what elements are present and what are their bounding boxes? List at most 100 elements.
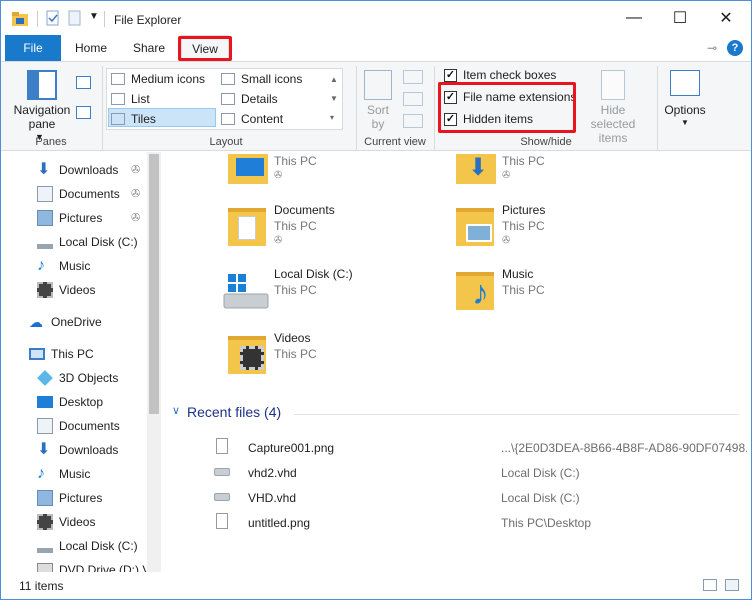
item-check-boxes-checkbox[interactable]: ✓ (444, 68, 457, 82)
sort-by-button[interactable]: Sort by (361, 103, 395, 131)
navigation-pane-button[interactable]: Navigation pane (7, 103, 77, 131)
nav-item-label: Pictures (59, 211, 103, 225)
recent-file-location: Local Disk (C:) (501, 491, 580, 505)
details-pane-icon[interactable] (76, 106, 91, 119)
local-disk-icon (37, 239, 53, 249)
pin-icon[interactable]: ✇ (131, 187, 140, 200)
medium-icons-option[interactable]: Medium icons (111, 72, 205, 86)
small-icons-option[interactable]: Small icons (221, 72, 302, 86)
view-tab-highlight (178, 36, 232, 61)
show-hide-group-label: Show/hide (520, 136, 572, 148)
local-disk-icon (37, 543, 53, 553)
navigation-pane-icon[interactable] (27, 70, 57, 100)
pictures-icon (37, 210, 53, 226)
tile-name: Pictures (502, 203, 546, 217)
properties-icon[interactable] (45, 10, 61, 26)
minimize-button[interactable]: — (611, 1, 657, 35)
item-check-boxes-option[interactable]: ✓ Item check boxes (444, 68, 556, 82)
group-by-icon[interactable] (403, 70, 423, 84)
tab-file[interactable]: File (5, 35, 61, 61)
maximize-button[interactable]: ☐ (657, 1, 703, 35)
quick-access-dropdown-icon[interactable]: ▼ (89, 11, 99, 22)
videos-folder-icon[interactable] (228, 336, 266, 374)
file-icon (216, 513, 228, 529)
new-folder-icon[interactable] (67, 10, 83, 26)
desktop-folder-icon[interactable] (228, 154, 268, 184)
options-button[interactable]: Options (659, 103, 711, 117)
nav-item-label: 3D Objects (59, 371, 119, 385)
downloads-folder-icon[interactable]: ⬇ (456, 154, 496, 184)
details-view-icon[interactable] (703, 579, 717, 591)
download-arrow-icon: ⬇ (37, 161, 51, 178)
recent-file-name[interactable]: untitled.png (248, 516, 310, 530)
pictures-icon (37, 490, 53, 506)
vhd-file-icon (214, 493, 230, 501)
music-note-icon: ♪ (37, 465, 45, 482)
nav-item-label: Downloads (59, 163, 119, 177)
tiles-label: Tiles (131, 112, 156, 126)
title-separator-2 (104, 11, 105, 27)
pin-icon[interactable]: ✇ (131, 211, 140, 224)
content-label: Content (241, 112, 284, 126)
pin-icon[interactable]: ✇ (502, 170, 510, 181)
medium-icons-label: Medium icons (131, 72, 206, 86)
ribbon-view: Navigation pane ▼ Panes Medium icons Sma… (1, 61, 751, 151)
details-option[interactable]: Details (221, 92, 278, 106)
tile-name: Local Disk (C:) (274, 267, 353, 281)
tile-sub: This PC (502, 283, 545, 297)
pin-icon[interactable]: ✇ (502, 235, 510, 246)
tile-sub: This PC (502, 154, 545, 168)
file-icon (216, 438, 228, 454)
music-folder-icon[interactable]: ♪ (456, 272, 494, 310)
recent-file-name[interactable]: vhd2.vhd (248, 466, 297, 480)
options-dropdown-icon[interactable]: ▼ (681, 118, 689, 127)
nav-item-label: OneDrive (51, 315, 102, 329)
nav-item-label: Downloads (59, 443, 119, 457)
pin-icon[interactable]: ✇ (274, 235, 282, 246)
recent-file-name[interactable]: Capture001.png (248, 441, 334, 455)
nav-item-label: Music (59, 467, 91, 481)
dvd-drive-icon (37, 563, 53, 572)
tile-sub: This PC (274, 347, 317, 361)
list-option[interactable]: List (111, 92, 150, 106)
help-button[interactable]: ? (727, 40, 743, 56)
chevron-down-icon[interactable]: ∨ (172, 404, 180, 417)
pictures-folder-icon[interactable] (456, 208, 494, 246)
show-hide-highlight (438, 82, 576, 133)
content-option[interactable]: Content (221, 112, 283, 126)
hide-selected-items-icon[interactable] (601, 70, 625, 100)
recent-file-location: ...\{2E0D3DEA-8B66-4B8F-AD86-90DF07498..… (501, 441, 747, 455)
pin-icon[interactable]: ✇ (274, 170, 282, 181)
close-button[interactable]: ✕ (703, 1, 749, 35)
tab-home[interactable]: Home (65, 35, 117, 61)
recent-file-name[interactable]: VHD.vhd (248, 491, 296, 505)
title-separator (37, 11, 38, 27)
size-columns-icon[interactable] (403, 114, 423, 128)
nav-item-label: Local Disk (C:) (59, 235, 138, 249)
nav-item-label: Music (59, 259, 91, 273)
preview-pane-icon[interactable] (76, 76, 91, 89)
documents-folder-icon[interactable] (228, 208, 266, 246)
tile-sub: This PC (274, 283, 317, 297)
window-title: File Explorer (114, 13, 182, 27)
item-count: 11 items (19, 579, 64, 593)
current-view-group-label: Current view (364, 136, 426, 148)
navigation-scrollbar-thumb[interactable] (149, 154, 159, 414)
pin-ribbon-icon[interactable]: ⊸ (707, 41, 717, 55)
tile-sub: This PC (274, 154, 317, 168)
recent-files-header[interactable]: Recent files (4) (187, 404, 281, 420)
pin-icon[interactable]: ✇ (131, 163, 140, 176)
tiles-option[interactable]: Tiles (111, 112, 156, 126)
ribbon-separator (102, 66, 103, 150)
add-columns-icon[interactable] (403, 92, 423, 106)
large-icons-view-icon[interactable] (725, 579, 739, 591)
nav-item-label: DVD Drive (D:) V (59, 563, 151, 572)
nav-item-label: Documents (59, 419, 120, 433)
layout-scroll-arrows[interactable]: ▲ ▼ ▾ (330, 70, 338, 127)
tab-share[interactable]: Share (123, 35, 175, 61)
status-bar: 11 items (1, 572, 751, 600)
options-icon[interactable] (670, 70, 700, 96)
local-disk-icon[interactable] (222, 272, 270, 312)
sort-by-icon[interactable] (364, 70, 392, 100)
title-bar: ▼ File Explorer — ☐ ✕ (1, 1, 751, 35)
